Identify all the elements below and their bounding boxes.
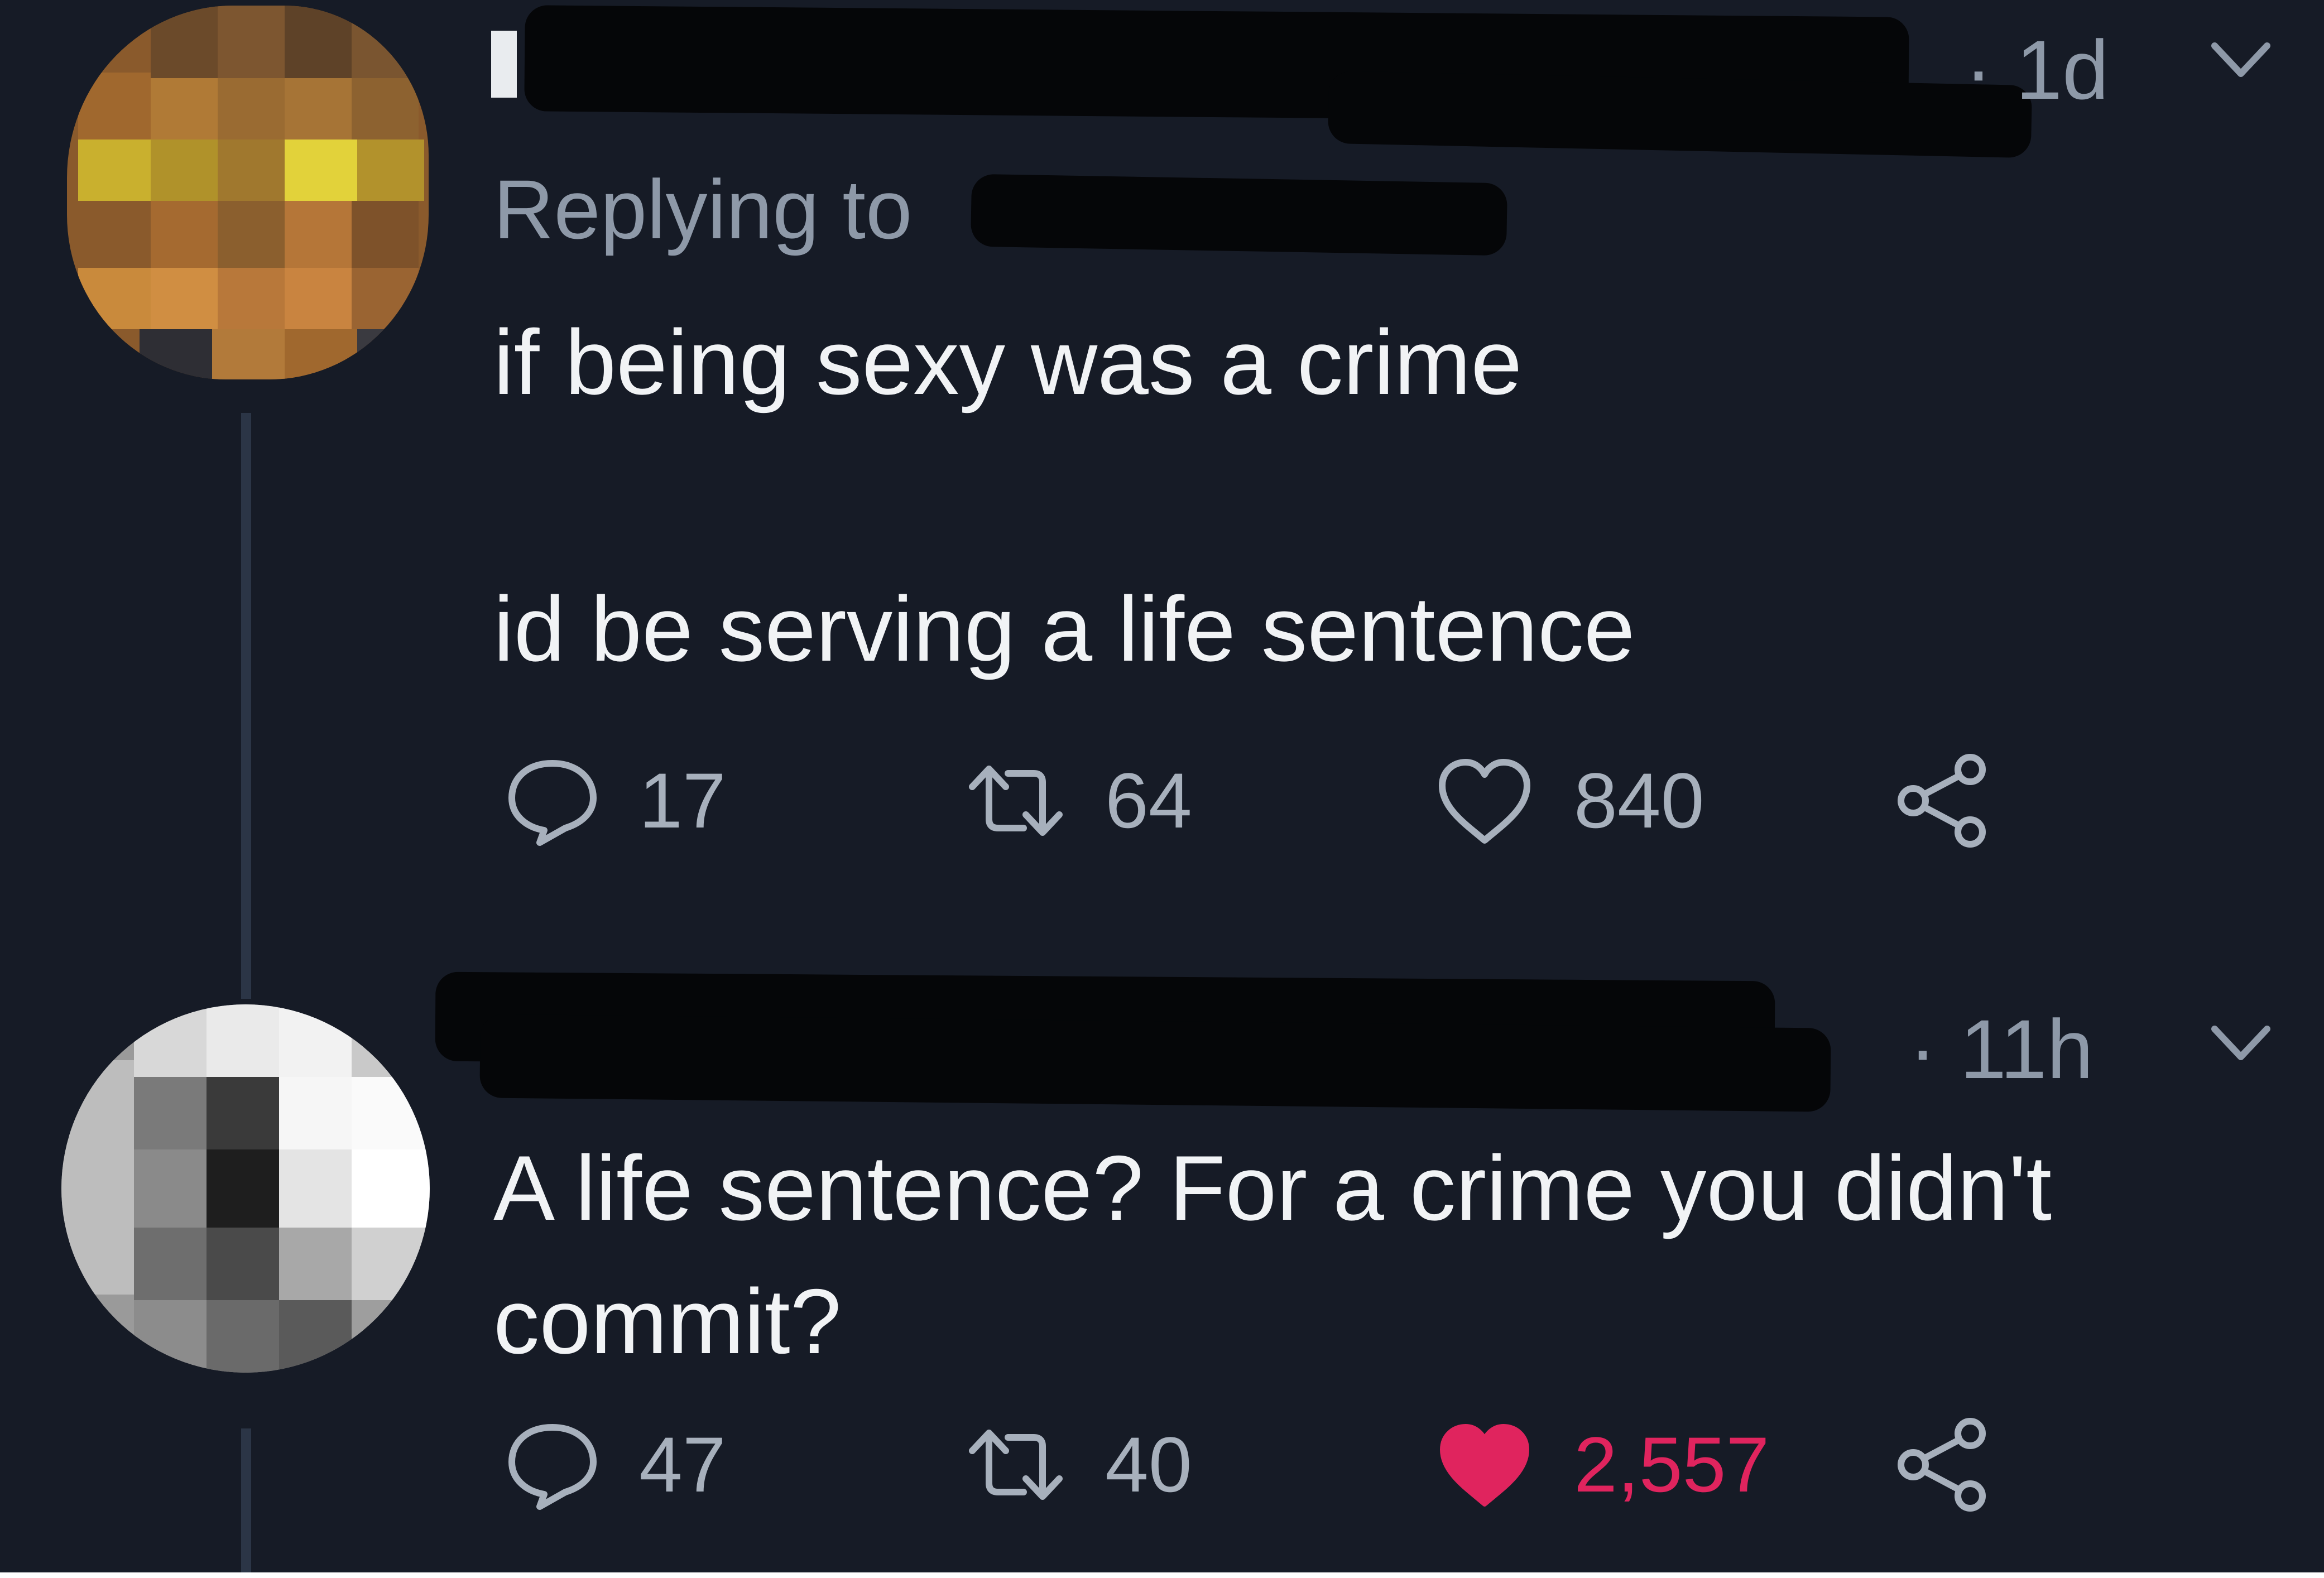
retweet-count: 40 <box>1105 1421 1192 1508</box>
tweet-text-line: A life sentence? For a crime you didn't <box>493 1137 2052 1239</box>
share-button[interactable] <box>1892 750 1992 851</box>
retweet-button[interactable]: 64 <box>966 753 1192 848</box>
share-icon <box>1892 1415 1992 1515</box>
speech-bubble-icon <box>505 1417 600 1512</box>
username-fragment <box>491 31 517 98</box>
thread-connector <box>241 413 251 999</box>
share-button[interactable] <box>1892 1415 1992 1515</box>
tweet-body: if being sexy was a crime id be serving … <box>493 296 1635 696</box>
tweet-text-line: if being sexy was a crime <box>493 311 1523 413</box>
like-count: 840 <box>1574 757 1704 844</box>
reply-count: 17 <box>639 757 726 844</box>
like-count: 2,557 <box>1574 1421 1770 1508</box>
share-icon <box>1892 750 1992 851</box>
redacted-handle <box>479 1014 1831 1112</box>
redacted-handle <box>1327 70 2033 158</box>
replying-to-label: Replying to <box>493 162 913 256</box>
tweet-thread: · 1d Replying to if being sexy was a cri… <box>0 0 2324 1572</box>
tweet-text-line: id be serving a life sentence <box>493 578 1635 681</box>
reply-count: 47 <box>639 1421 726 1508</box>
retweet-button[interactable]: 40 <box>966 1417 1192 1512</box>
reply-button[interactable]: 47 <box>505 1417 726 1512</box>
retweet-count: 64 <box>1105 757 1192 844</box>
tweet-body: A life sentence? For a crime you didn't … <box>493 1122 2052 1389</box>
like-button[interactable]: 840 <box>1434 753 1704 848</box>
thread-connector <box>241 1428 251 1572</box>
tweet-text-line: commit? <box>493 1270 842 1373</box>
retweet-icon <box>966 1417 1066 1512</box>
redacted-reply-handle <box>970 174 1508 256</box>
tweet-timestamp[interactable]: · 1d <box>1965 28 2109 112</box>
retweet-icon <box>966 753 1066 848</box>
like-button[interactable]: 2,557 <box>1434 1417 1769 1512</box>
speech-bubble-icon <box>505 753 600 848</box>
avatar[interactable] <box>67 6 429 379</box>
tweet-text-line <box>493 429 1635 562</box>
chevron-down-icon[interactable] <box>2210 1021 2272 1066</box>
heart-icon <box>1434 1417 1535 1512</box>
reply-button[interactable]: 17 <box>505 753 726 848</box>
avatar[interactable] <box>61 1004 430 1373</box>
chevron-down-icon[interactable] <box>2210 38 2272 83</box>
heart-icon <box>1434 753 1535 848</box>
tweet-timestamp[interactable]: · 11h <box>1909 1007 2093 1091</box>
